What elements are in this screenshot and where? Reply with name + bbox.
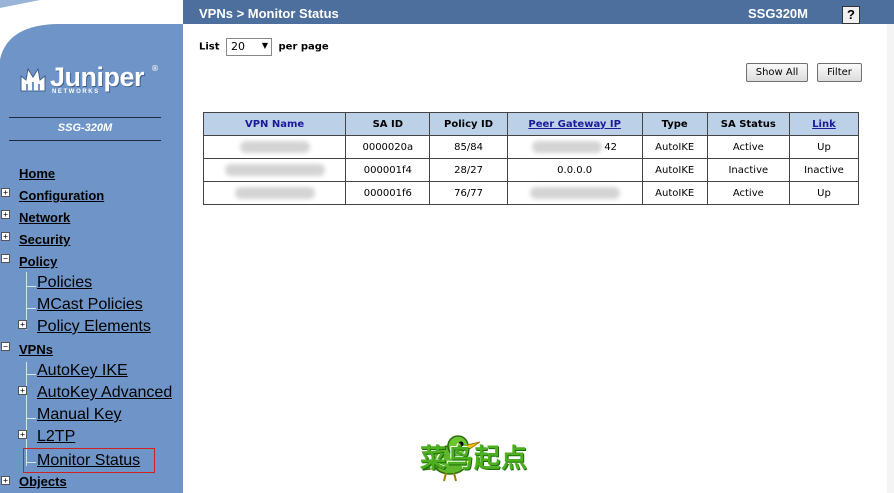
cell-link: Up (789, 182, 858, 204)
nav-manual-key[interactable]: Manual Key (37, 406, 122, 424)
col-type: Type (642, 113, 707, 135)
list-label: List (199, 41, 220, 53)
tree-line (26, 286, 36, 287)
col-sa-id: SA ID (346, 113, 430, 135)
nav-monitor-status[interactable]: Monitor Status (23, 448, 155, 473)
cell-link: Inactive (789, 159, 858, 181)
nav-network[interactable]: Network (19, 210, 70, 225)
tree-line (26, 374, 36, 375)
expand-policy-elements-icon[interactable]: + (18, 320, 27, 329)
page-scrollbar[interactable] (887, 24, 894, 493)
filter-button[interactable]: Filter (817, 63, 862, 82)
collapse-policy-icon[interactable]: − (1, 254, 10, 263)
cell-sa-id: 000001f6 (346, 182, 430, 204)
nav-configuration[interactable]: Configuration (19, 188, 104, 203)
sidebar: Juniper ® NETWORKS SSG-320M Home + Confi… (0, 0, 183, 493)
cell-type: AutoIKE (642, 136, 707, 158)
nav-policy[interactable]: Policy (19, 254, 57, 269)
nav-l2tp[interactable]: L2TP (37, 428, 75, 446)
help-button[interactable]: ? (842, 6, 860, 24)
tree-line (26, 418, 36, 419)
cell-vpn-name (204, 182, 346, 204)
expand-autokey-advanced-icon[interactable]: + (18, 386, 27, 395)
nav-objects[interactable]: Objects (19, 474, 67, 489)
expand-objects-icon[interactable]: + (1, 476, 10, 485)
expand-network-icon[interactable]: + (1, 210, 10, 219)
cell-peer-ip (507, 182, 642, 204)
cell-sa-id: 0000020a (346, 136, 430, 158)
collapse-vpns-icon[interactable]: − (1, 342, 10, 351)
redacted-blur (239, 141, 310, 153)
nav-autokey-advanced[interactable]: AutoKey Advanced (37, 384, 172, 402)
chevron-down-icon: ▼ (261, 41, 269, 50)
cell-type: AutoIKE (642, 182, 707, 204)
nav-autokey-ike[interactable]: AutoKey IKE (37, 362, 128, 380)
device-model: SSG320M (748, 6, 808, 21)
cell-vpn-name (204, 159, 346, 181)
redacted-blur (529, 187, 620, 199)
cell-policy-id: 85/84 (430, 136, 507, 158)
cell-type: AutoIKE (642, 159, 707, 181)
list-per-page-control: List 20 ▼ per page (199, 38, 329, 56)
nav-policy-elements[interactable]: Policy Elements (37, 318, 151, 336)
tree-line (26, 308, 36, 309)
cell-policy-id: 28/27 (430, 159, 507, 181)
cell-sa-id: 000001f4 (346, 159, 430, 181)
page-size-select[interactable]: 20 ▼ (226, 38, 273, 56)
col-policy-id: Policy ID (430, 113, 507, 135)
nav-home[interactable]: Home (19, 166, 55, 181)
cell-sa-status: Active (707, 182, 789, 204)
expand-security-icon[interactable]: + (1, 232, 10, 241)
expand-l2tp-icon[interactable]: + (18, 430, 27, 439)
cell-sa-status: Inactive (707, 159, 789, 181)
table-row: 000001f4 28/27 0.0.0.0 AutoIKE Inactive … (204, 159, 858, 181)
nav-policies[interactable]: Policies (37, 274, 92, 292)
watermark-text: 菜鸟起点 (420, 444, 529, 474)
cell-link: Up (789, 136, 858, 158)
nav-vpns[interactable]: VPNs (19, 342, 53, 357)
redacted-blur (224, 164, 325, 176)
redacted-blur (532, 141, 603, 153)
nav-security[interactable]: Security (19, 232, 70, 247)
col-vpn-name[interactable]: VPN Name (204, 113, 346, 135)
table-row: 0000020a 85/84 42 AutoIKE Active Up (204, 136, 858, 158)
col-sa-status: SA Status (707, 113, 789, 135)
show-all-button[interactable]: Show All (746, 63, 808, 82)
per-page-label: per page (278, 41, 329, 53)
cell-peer-ip: 0.0.0.0 (507, 159, 642, 181)
cell-sa-status: Active (707, 136, 789, 158)
cell-peer-ip: 42 (507, 136, 642, 158)
table-row: 000001f6 76/77 AutoIKE Active Up (204, 182, 858, 204)
page-title: VPNs > Monitor Status (199, 6, 339, 21)
cell-vpn-name (204, 136, 346, 158)
col-peer-gateway-ip[interactable]: Peer Gateway IP (507, 113, 642, 135)
redacted-blur (234, 187, 315, 199)
cell-policy-id: 76/77 (430, 182, 507, 204)
table-header-row: VPN Name SA ID Policy ID Peer Gateway IP… (204, 113, 858, 135)
page-size-value: 20 (231, 40, 246, 53)
col-link[interactable]: Link (789, 113, 858, 135)
page-header: VPNs > Monitor Status SSG320M ? (183, 0, 894, 24)
nav-tree: Home + Configuration + Network + Securit… (0, 0, 183, 493)
nav-mcast-policies[interactable]: MCast Policies (37, 296, 143, 314)
vpn-status-table: VPN Name SA ID Policy ID Peer Gateway IP… (203, 112, 859, 205)
expand-configuration-icon[interactable]: + (1, 188, 10, 197)
